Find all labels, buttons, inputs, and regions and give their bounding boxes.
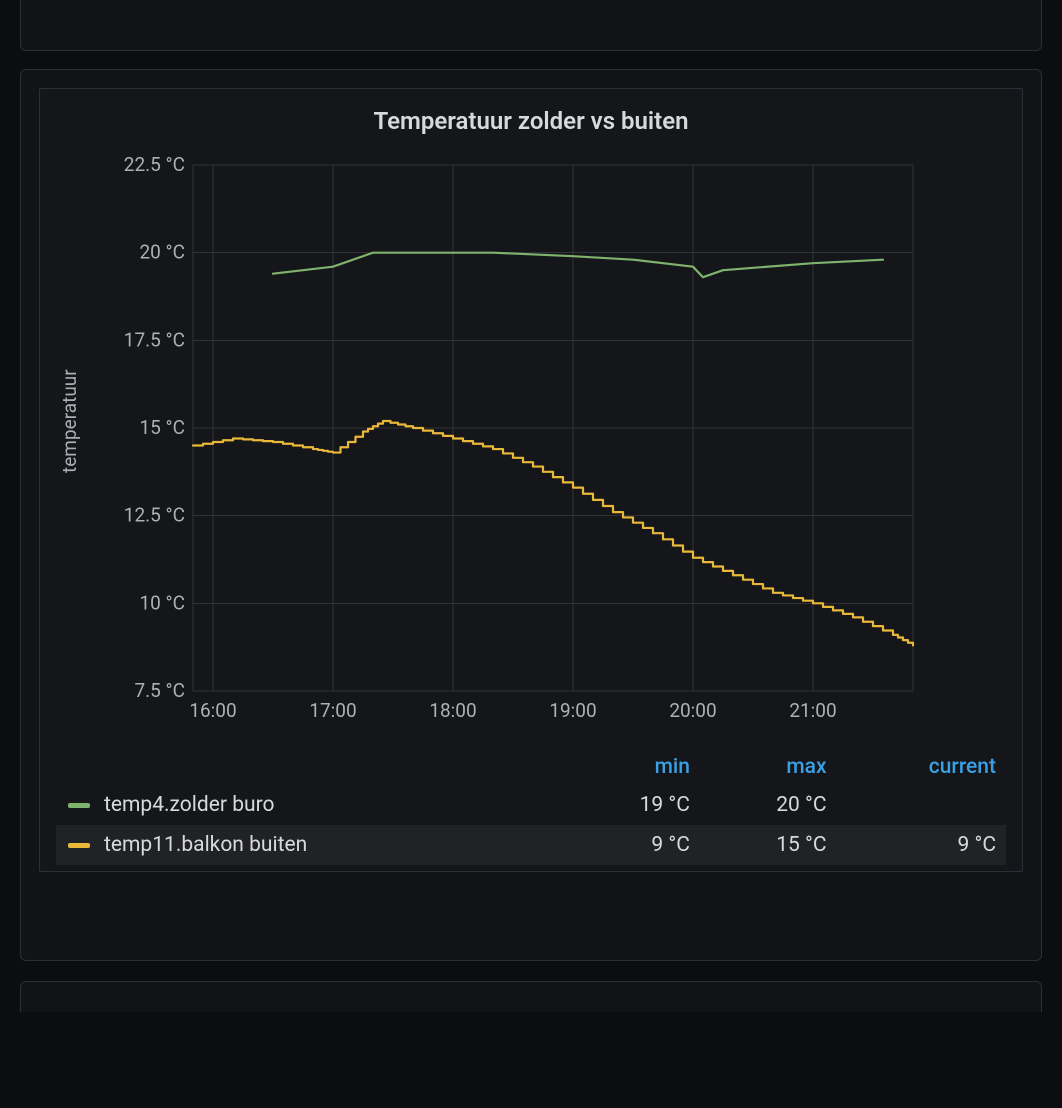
legend-series-name[interactable]: temp4.zolder buro: [56, 785, 563, 825]
chart-svg-holder[interactable]: 7.5 °C 10 °C 12.5 °C 15 °C 17.5 °C 20 °C 22.5 …: [83, 151, 1006, 731]
y-tick-label: 20 °C: [139, 241, 185, 264]
legend-series-name[interactable]: temp11.balkon buiten: [56, 825, 563, 865]
legend-row[interactable]: temp4.zolder buro19 °C20 °C: [56, 785, 1006, 825]
panel-title[interactable]: Temperatuur zolder vs buiten: [56, 107, 1006, 135]
line-chart[interactable]: 7.5 °C 10 °C 12.5 °C 15 °C 17.5 °C 20 °C 22.5 …: [83, 151, 923, 731]
chart-panel-inner: Temperatuur zolder vs buiten temperatuur…: [39, 88, 1023, 872]
legend-swatch: [68, 843, 90, 848]
legend-max-value: 20 °C: [700, 785, 837, 825]
chart-panel: Temperatuur zolder vs buiten temperatuur…: [20, 69, 1042, 961]
legend-min-value: 19 °C: [563, 785, 700, 825]
x-tick-label: 19:00: [549, 699, 596, 722]
legend-row[interactable]: temp11.balkon buiten9 °C15 °C9 °C: [56, 825, 1006, 865]
legend-header-current[interactable]: current: [837, 749, 1006, 785]
panel-fragment-above: [20, 0, 1042, 51]
legend-table: min max current temp4.zolder buro19 °C20…: [56, 749, 1006, 865]
y-tick-label: 12.5 °C: [124, 504, 185, 527]
chart-area: temperatuur 7.5 °C 10 °C 12.5 °C 15 °C 17.5 …: [56, 151, 1006, 731]
panel-fragment-below: [20, 981, 1042, 1012]
legend-current-value: 9 °C: [837, 825, 1006, 865]
x-tick-label: 16:00: [189, 699, 236, 722]
y-tick-label: 17.5 °C: [124, 328, 185, 351]
series-line[interactable]: [273, 253, 883, 278]
x-tick-label: 18:00: [429, 699, 476, 722]
legend-current-value: [837, 785, 1006, 825]
legend-header-max[interactable]: max: [700, 749, 837, 785]
legend-max-value: 15 °C: [700, 825, 837, 865]
x-tick-label: 20:00: [669, 699, 716, 722]
y-axis-title: temperatuur: [56, 151, 83, 691]
y-tick-label: 10 °C: [139, 591, 185, 614]
legend-min-value: 9 °C: [563, 825, 700, 865]
y-tick-label: 15 °C: [139, 416, 185, 439]
dashboard-page: Temperatuur zolder vs buiten temperatuur…: [0, 0, 1062, 1012]
series-line[interactable]: [193, 421, 913, 645]
x-tick-label: 17:00: [309, 699, 356, 722]
y-tick-label: 22.5 °C: [124, 153, 185, 176]
legend-header-row: min max current: [56, 749, 1006, 785]
legend-header-min[interactable]: min: [563, 749, 700, 785]
y-tick-label: 7.5 °C: [134, 679, 185, 702]
x-tick-label: 21:00: [789, 699, 836, 722]
legend-swatch: [68, 803, 90, 808]
